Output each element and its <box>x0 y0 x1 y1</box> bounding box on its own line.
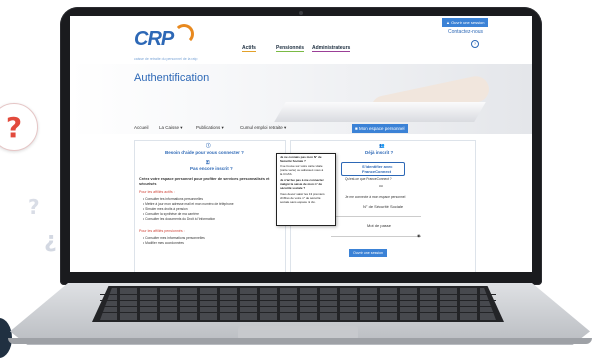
laptop-screen: CRP caisse de retraite du personnel de l… <box>70 16 532 272</box>
key-row-gap <box>100 294 496 295</box>
tooltip-line: la CCAS. <box>280 172 293 176</box>
nav-pensionnes[interactable]: Pensionnés <box>276 45 305 52</box>
site-header: CRP caisse de retraite du personnel de l… <box>70 16 532 66</box>
list-item: • Consulter mes informations personnelle… <box>143 236 205 240</box>
ssn-input[interactable] <box>331 210 421 217</box>
submit-session-button[interactable]: Ouvrir une session <box>349 249 387 257</box>
key-icon: ⚿ <box>206 160 210 165</box>
faded-inverted-question-icon: ¿ <box>44 228 57 253</box>
webcam-icon <box>299 11 303 15</box>
actifs-heading: Pour les affiliés actifs : <box>139 190 175 194</box>
ssn-label: N° de Sécurité Sociale <box>363 204 404 209</box>
connect-label: Je me connecte à mon espace personnel <box>345 195 406 199</box>
hero-photo-laptop <box>274 102 486 122</box>
password-input[interactable] <box>331 230 421 237</box>
main-menu: Accueil La Caisse ▾ Publications ▾ Cumul… <box>134 124 434 136</box>
nav-administrateurs[interactable]: Administrateurs <box>312 45 351 52</box>
key-row-gap <box>100 312 496 313</box>
crp-logo[interactable]: CRP <box>134 28 174 51</box>
list-item: • Consulter la synthèse de ma carrière <box>143 212 199 216</box>
pensionnes-heading: Pour les affiliés pensionnés : <box>139 229 185 233</box>
contact-link[interactable]: Contactez-nous <box>448 29 483 35</box>
key-row-gap <box>100 300 496 301</box>
logo-swoosh-icon <box>174 24 194 44</box>
help-link[interactable]: Besoin d'aide pour vous connecter ? <box>165 150 244 155</box>
already-registered-title: Déjà inscrit ? <box>365 150 394 155</box>
franceconnect-info-link[interactable]: Qu'est-ce que FranceConnect ? <box>345 177 392 181</box>
franceconnect-button[interactable]: S'identifier avec FranceConnect <box>341 162 405 176</box>
not-registered-title: Pas encore inscrit ? <box>190 166 233 171</box>
create-account-title: Créez votre espace personnel pour profit… <box>139 177 270 186</box>
menu-cumul-emploi[interactable]: Cumul emploi retraite ▾ <box>240 125 286 131</box>
page-title: Authentification <box>134 72 210 84</box>
list-item: • Consulter les documents du Droit à l'i… <box>143 217 216 221</box>
menu-publications[interactable]: Publications ▾ <box>196 125 224 131</box>
password-label: Mot de passe <box>367 223 392 228</box>
tagline: caisse de retraite du personnel de la ra… <box>134 57 198 61</box>
help-circle-icon: ⓘ <box>206 143 211 148</box>
list-item: • Simuler mes droits à pension <box>143 207 188 211</box>
menu-mon-espace[interactable]: ■ Mon espace personnel <box>352 124 408 133</box>
left-column: ⓘ Besoin d'aide pour vous connecter ? ⚿ … <box>134 140 286 272</box>
question-badge-icon: ? <box>0 103 38 151</box>
list-item: • Mettre à jour mon adresse mail et mon … <box>143 202 234 206</box>
tooltip-line: sécurité sociale ? <box>280 186 306 190</box>
nav-actifs[interactable]: Actifs <box>242 45 256 52</box>
tooltip-line: sociale sans espace ni clé. <box>280 200 316 204</box>
help-icon[interactable]: ? <box>471 40 479 48</box>
hero-banner: Authentification <box>70 64 532 134</box>
users-icon: 👥 <box>379 143 385 148</box>
or-separator: ou <box>379 184 383 188</box>
faded-question-icon: ? <box>28 195 40 219</box>
key-row-gap <box>100 306 496 307</box>
menu-accueil[interactable]: Accueil <box>134 125 149 130</box>
open-session-button[interactable]: ▲ Ouvrir une session <box>442 18 489 27</box>
ssn-help-tooltip: Je ne connais pas mon N° de Sécurité Soc… <box>276 153 336 226</box>
menu-la-caisse[interactable]: La Caisse ▾ <box>159 125 183 131</box>
laptop-front-edge <box>8 338 592 344</box>
list-item: • Modifier mes coordonnées <box>143 241 184 245</box>
list-item: • Consulter tes informations personnelle… <box>143 197 203 201</box>
eye-icon[interactable]: ◉ <box>417 233 421 238</box>
keyboard-keys <box>100 288 496 320</box>
